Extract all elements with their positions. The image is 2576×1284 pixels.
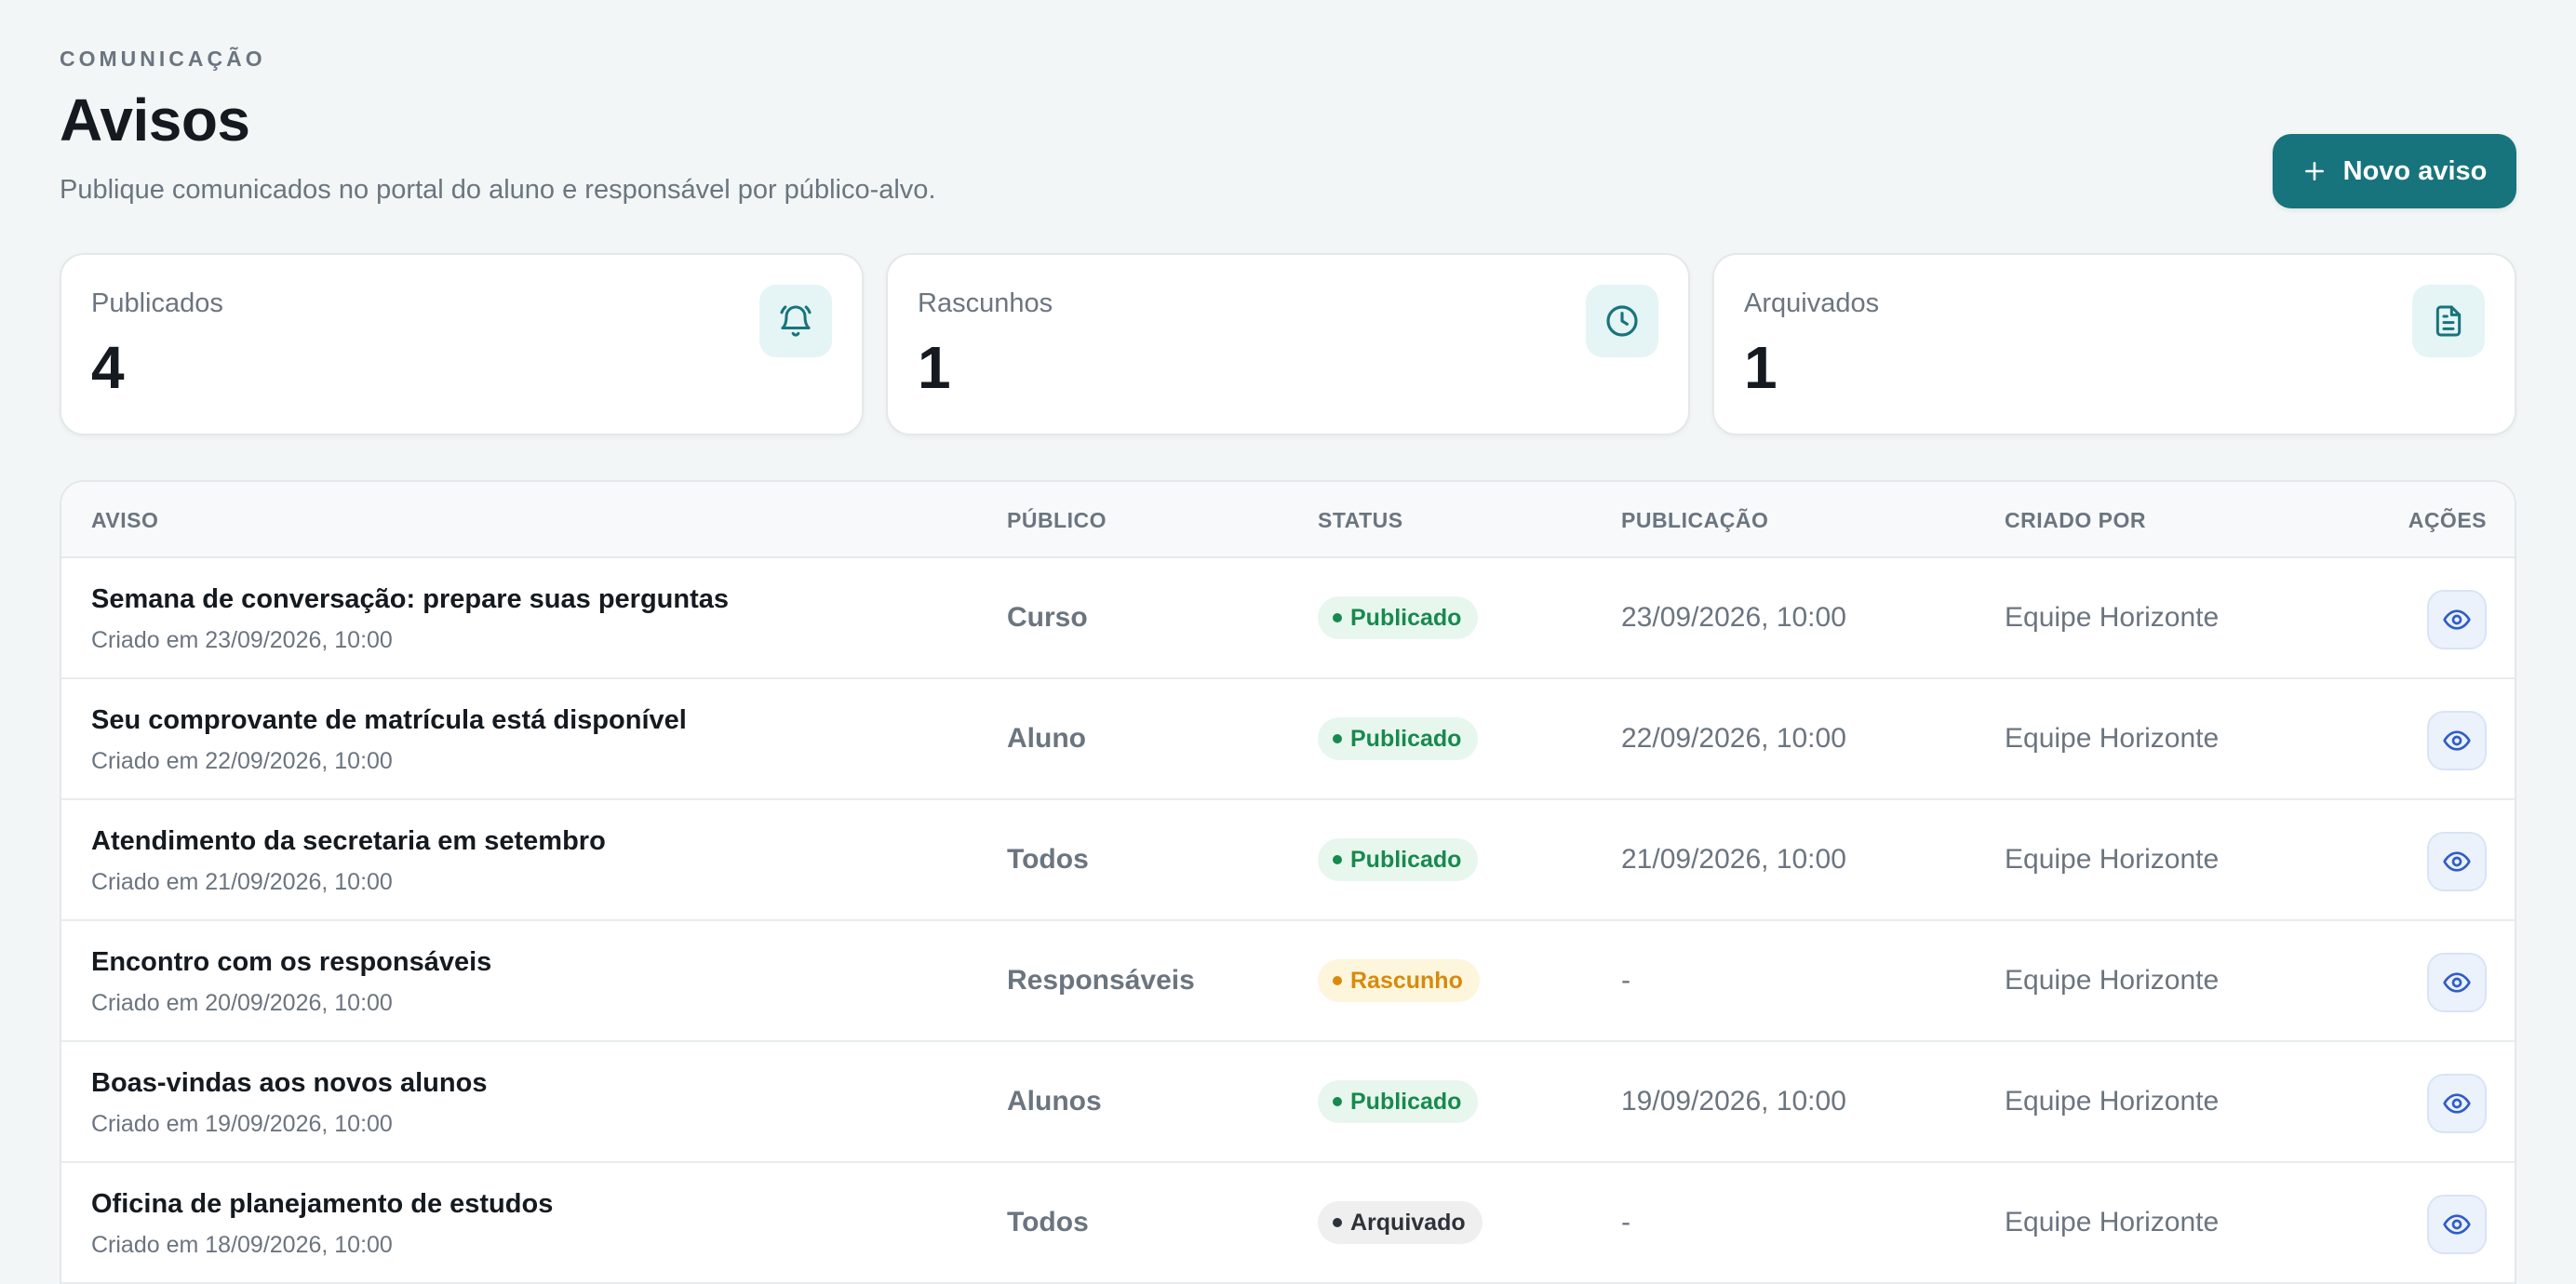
stat-value: 1 [1744, 334, 1778, 401]
page-title: Avisos [60, 87, 250, 154]
table-row[interactable]: Encontro com os responsáveis Criado em 20… [61, 921, 2515, 1042]
status-dot [1333, 855, 1342, 864]
column-header-audience[interactable]: PÚBLICO [1007, 508, 1107, 533]
new-notice-button[interactable]: Novo aviso [2273, 134, 2516, 208]
stat-label: Publicados [91, 288, 223, 318]
table-row[interactable]: Boas-vindas aos novos alunos Criado em 19… [61, 1042, 2515, 1163]
status-label: Publicado [1350, 846, 1462, 873]
status-badge: Publicado [1318, 717, 1479, 760]
status-label: Publicado [1350, 604, 1462, 631]
plus-icon [2304, 162, 2324, 181]
bell-icon [759, 285, 832, 357]
new-notice-label: Novo aviso [2342, 155, 2488, 186]
notice-title[interactable]: Semana de conversação: prepare suas perg… [91, 584, 729, 615]
notice-title[interactable]: Encontro com os responsáveis [91, 947, 491, 978]
status-dot [1333, 1218, 1342, 1227]
status-dot [1333, 734, 1342, 743]
column-header-status[interactable]: STATUS [1318, 508, 1403, 533]
clock-icon [1586, 285, 1658, 357]
notice-created-date: Criado em 19/09/2026, 10:00 [91, 1111, 393, 1137]
notice-created-date: Criado em 20/09/2026, 10:00 [91, 990, 393, 1016]
stat-card-published: Publicados 4 [60, 253, 864, 435]
notice-author: Equipe Horizonte [2005, 965, 2220, 996]
eye-icon [2443, 972, 2471, 993]
notice-author: Equipe Horizonte [2005, 602, 2220, 633]
status-badge: Rascunho [1318, 959, 1480, 1002]
notice-title[interactable]: Atendimento da secretaria em setembro [91, 826, 606, 857]
notice-publication-date: - [1621, 965, 1630, 996]
eye-icon [2443, 730, 2471, 751]
notice-author: Equipe Horizonte [2005, 844, 2220, 875]
stat-value: 1 [918, 334, 951, 401]
status-dot [1333, 976, 1342, 985]
status-dot [1333, 1097, 1342, 1106]
status-label: Publicado [1350, 725, 1462, 752]
column-header-created-by[interactable]: CRIADO POR [2005, 508, 2146, 533]
notice-audience: Aluno [1007, 723, 1086, 754]
view-notice-button[interactable] [2427, 832, 2487, 891]
status-label: Publicado [1350, 1088, 1462, 1115]
status-dot [1333, 613, 1342, 622]
status-label: Rascunho [1350, 967, 1463, 994]
stats-cards: Publicados 4 Rascunhos 1 Arquivados 1 [60, 253, 2516, 435]
column-header-publication[interactable]: PUBLICAÇÃO [1621, 508, 1768, 533]
status-badge: Arquivado [1318, 1201, 1483, 1244]
notice-publication-date: 21/09/2026, 10:00 [1621, 844, 1846, 875]
status-label: Arquivado [1350, 1209, 1466, 1236]
column-header-actions: AÇÕES [2408, 508, 2487, 532]
eye-icon [2443, 1214, 2471, 1235]
notice-audience: Alunos [1007, 1086, 1102, 1117]
notice-created-date: Criado em 18/09/2026, 10:00 [91, 1232, 393, 1258]
eye-icon [2443, 609, 2471, 630]
stat-card-drafts: Rascunhos 1 [886, 253, 1690, 435]
notice-publication-date: - [1621, 1207, 1630, 1237]
notice-author: Equipe Horizonte [2005, 1207, 2220, 1237]
stat-label: Rascunhos [918, 288, 1053, 318]
notice-author: Equipe Horizonte [2005, 1086, 2220, 1117]
notice-title[interactable]: Oficina de planejamento de estudos [91, 1189, 553, 1220]
view-notice-button[interactable] [2427, 1074, 2487, 1133]
notice-audience: Todos [1007, 1207, 1089, 1237]
notice-audience: Responsáveis [1007, 965, 1195, 996]
stat-label: Arquivados [1744, 288, 1880, 318]
notice-publication-date: 22/09/2026, 10:00 [1621, 723, 1846, 754]
table-header: AVISO PÚBLICO STATUS PUBLICAÇÃO CRIADO P… [61, 482, 2515, 558]
section-eyebrow: COMUNICAÇÃO [60, 47, 266, 71]
notices-table: AVISO PÚBLICO STATUS PUBLICAÇÃO CRIADO P… [60, 480, 2516, 1284]
column-header-notice[interactable]: AVISO [91, 508, 158, 533]
document-icon [2412, 285, 2485, 357]
eye-icon [2443, 1093, 2471, 1114]
table-row[interactable]: Oficina de planejamento de estudos Criado… [61, 1163, 2515, 1284]
notice-created-date: Criado em 22/09/2026, 10:00 [91, 748, 393, 774]
view-notice-button[interactable] [2427, 711, 2487, 770]
notice-author: Equipe Horizonte [2005, 723, 2220, 754]
notice-audience: Curso [1007, 602, 1088, 633]
stat-value: 4 [91, 334, 125, 401]
eye-icon [2443, 851, 2471, 872]
status-badge: Publicado [1318, 838, 1479, 881]
notice-publication-date: 23/09/2026, 10:00 [1621, 602, 1846, 633]
status-badge: Publicado [1318, 1080, 1479, 1123]
notice-created-date: Criado em 23/09/2026, 10:00 [91, 627, 393, 653]
table-row[interactable]: Atendimento da secretaria em setembro Cri… [61, 800, 2515, 921]
view-notice-button[interactable] [2427, 953, 2487, 1012]
notice-title[interactable]: Boas-vindas aos novos alunos [91, 1068, 487, 1099]
table-row[interactable]: Semana de conversação: prepare suas perg… [61, 558, 2515, 679]
notice-title[interactable]: Seu comprovante de matrícula está dispon… [91, 705, 687, 736]
page-subtitle: Publique comunicados no portal do aluno … [60, 175, 936, 205]
view-notice-button[interactable] [2427, 1195, 2487, 1254]
notice-audience: Todos [1007, 844, 1089, 875]
status-badge: Publicado [1318, 596, 1479, 639]
notice-created-date: Criado em 21/09/2026, 10:00 [91, 869, 393, 895]
table-row[interactable]: Seu comprovante de matrícula está dispon… [61, 679, 2515, 800]
view-notice-button[interactable] [2427, 590, 2487, 649]
notice-publication-date: 19/09/2026, 10:00 [1621, 1086, 1846, 1117]
stat-card-archived: Arquivados 1 [1712, 253, 2516, 435]
